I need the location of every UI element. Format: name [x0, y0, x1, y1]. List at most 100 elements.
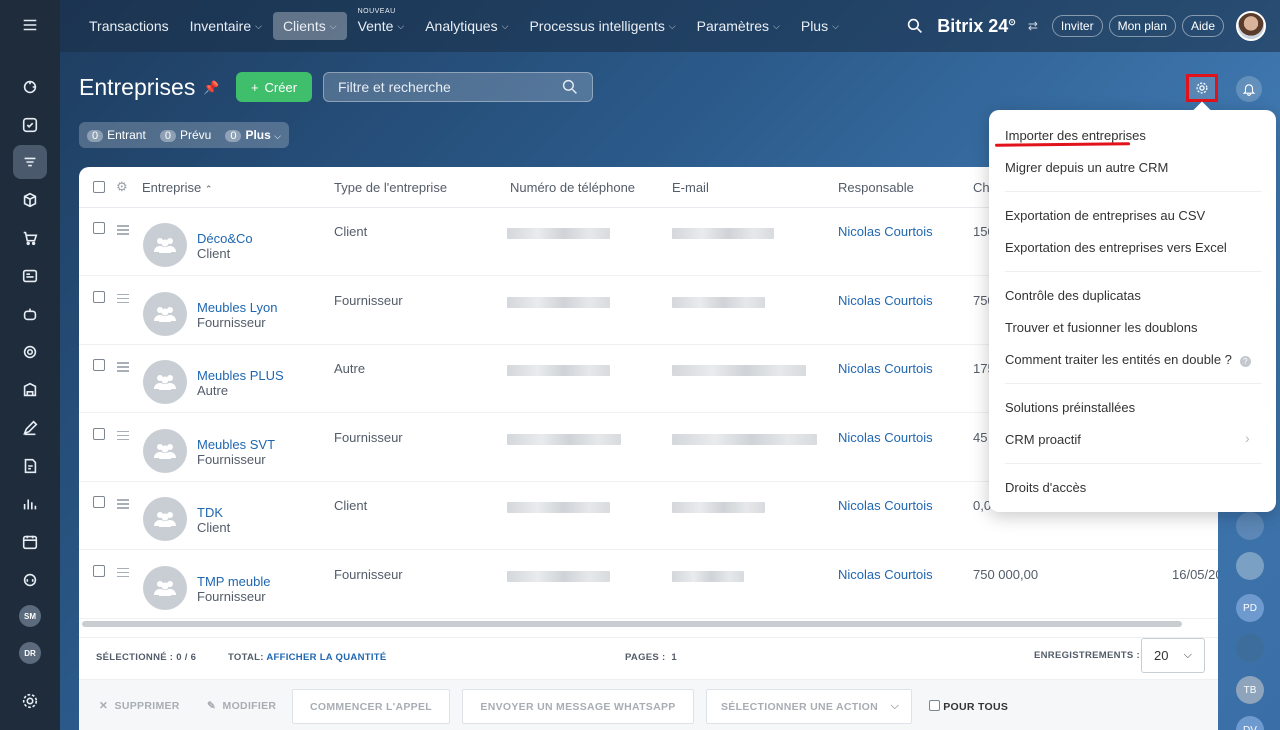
activity-stream-icon[interactable] — [13, 70, 47, 104]
menu-duplicates-control[interactable]: Contrôle des duplicatas — [1005, 288, 1141, 303]
inventory-icon[interactable] — [13, 183, 47, 217]
responsible-link[interactable]: Nicolas Courtois — [838, 498, 933, 513]
company-name-link[interactable]: Meubles Lyon — [197, 300, 277, 315]
column-settings-icon[interactable]: ⚙ — [116, 179, 128, 195]
menu-proactive-crm[interactable]: CRM proactif — [1005, 432, 1081, 447]
col-company[interactable]: Entreprise ⌃ — [142, 180, 212, 195]
page-number[interactable]: 1 — [671, 652, 677, 663]
drag-handle-icon[interactable] — [117, 567, 129, 580]
settings-gear-button[interactable] — [1186, 74, 1218, 102]
plan-button[interactable]: Mon plan — [1108, 15, 1176, 37]
help-icon[interactable]: ? — [1239, 356, 1251, 367]
right-avatar-tb[interactable]: TB — [1236, 676, 1264, 704]
search-input[interactable]: Filtre et recherche — [323, 72, 593, 102]
delete-button[interactable]: ✕ SUPPRIMER — [99, 700, 180, 712]
crm-icon[interactable] — [13, 145, 47, 179]
col-email[interactable]: E-mail — [672, 180, 709, 195]
drag-handle-icon[interactable] — [117, 499, 129, 511]
company-name-link[interactable]: Déco&Co — [197, 231, 253, 246]
invite-button[interactable]: Inviter — [1051, 15, 1103, 37]
whatsapp-button[interactable]: ENVOYER UN MESSAGE WHATSAPP — [462, 689, 694, 724]
row-checkbox[interactable] — [93, 564, 105, 577]
nav-transactions[interactable]: Transactions — [79, 12, 179, 40]
right-avatar-3[interactable] — [1236, 634, 1264, 662]
horizontal-scrollbar[interactable] — [82, 621, 1182, 627]
row-checkbox[interactable] — [93, 290, 105, 303]
for-all-checkbox[interactable]: POUR TOUS — [929, 700, 1008, 713]
drag-handle-icon[interactable] — [117, 225, 129, 237]
nav-plus[interactable]: Plus ⌵ — [791, 12, 849, 40]
show-total-link[interactable]: AFFICHER LA QUANTITÉ — [266, 652, 386, 663]
responsible-link[interactable]: Nicolas Courtois — [838, 224, 933, 239]
nav-analytiques[interactable]: Analytiques ⌵ — [415, 12, 518, 40]
company-name-link[interactable]: TDK — [197, 505, 223, 520]
sign-icon[interactable] — [13, 411, 47, 445]
menu-preinstalled[interactable]: Solutions préinstallées — [1005, 400, 1135, 415]
row-checkbox[interactable] — [93, 222, 105, 234]
edit-button[interactable]: ✎ MODIFIER — [207, 700, 276, 712]
drag-handle-icon[interactable] — [117, 293, 129, 306]
menu-import[interactable]: Importer des entreprises — [1005, 128, 1146, 143]
responsible-link[interactable]: Nicolas Courtois — [838, 361, 933, 376]
responsible-link[interactable]: Nicolas Courtois — [838, 293, 933, 308]
nav-clients[interactable]: Clients ⌵ — [272, 12, 347, 40]
support-icon[interactable] — [13, 563, 47, 597]
analytics-icon[interactable] — [13, 487, 47, 521]
calendar-icon[interactable] — [13, 525, 47, 559]
drag-handle-icon[interactable] — [117, 362, 129, 374]
menu-export-excel[interactable]: Exportation des entreprises vers Excel — [1005, 240, 1227, 255]
row-checkbox[interactable] — [93, 359, 105, 371]
user-avatar-dr[interactable]: DR — [13, 636, 47, 670]
start-call-button[interactable]: COMMENCER L'APPEL — [292, 689, 450, 724]
brand-logo[interactable]: Bitrix 24⊙ — [937, 16, 1016, 37]
counter-entrant[interactable]: 0 Entrant — [87, 128, 146, 142]
col-responsible[interactable]: Responsable — [838, 180, 914, 195]
bot-icon[interactable] — [13, 297, 47, 331]
menu-duplicates-help[interactable]: Comment traiter les entités en double ?? — [1005, 352, 1251, 367]
cart-icon[interactable] — [13, 221, 47, 255]
company-name-link[interactable]: TMP meuble — [197, 574, 270, 589]
settings-gear-icon[interactable] — [13, 684, 47, 718]
contact-center-icon[interactable] — [13, 259, 47, 293]
counter-prevu[interactable]: 0 Prévu — [159, 128, 211, 142]
menu-migrate[interactable]: Migrer depuis un autre CRM — [1005, 160, 1168, 175]
building-icon[interactable] — [13, 373, 47, 407]
sync-icon[interactable]: ⇄ — [1028, 19, 1038, 33]
col-revenue[interactable]: Ch — [973, 180, 990, 195]
nav-processus[interactable]: Processus intelligents ⌵ — [519, 12, 685, 40]
target-icon[interactable] — [13, 335, 47, 369]
document-edit-icon[interactable] — [13, 449, 47, 483]
search-icon[interactable] — [907, 18, 923, 34]
menu-access-rights[interactable]: Droits d'accès — [1005, 480, 1086, 495]
company-name-link[interactable]: Meubles SVT — [197, 437, 275, 452]
menu-icon[interactable] — [13, 8, 47, 42]
row-checkbox[interactable] — [93, 427, 105, 440]
notifications-button[interactable] — [1236, 76, 1262, 102]
tasks-icon[interactable] — [13, 108, 47, 142]
row-checkbox[interactable] — [93, 496, 105, 508]
col-type[interactable]: Type de l'entreprise — [334, 180, 447, 195]
right-avatar-dv[interactable]: DV — [1236, 716, 1264, 730]
nav-parametres[interactable]: Paramètres ⌵ — [687, 12, 790, 40]
help-button[interactable]: Aide — [1181, 15, 1224, 37]
menu-merge-duplicates[interactable]: Trouver et fusionner les doublons — [1005, 320, 1197, 335]
menu-export-csv[interactable]: Exportation de entreprises au CSV — [1005, 208, 1205, 223]
company-name-link[interactable]: Meubles PLUS — [197, 368, 284, 383]
create-button[interactable]: + Créer — [236, 72, 312, 102]
responsible-link[interactable]: Nicolas Courtois — [838, 430, 933, 445]
nav-inventaire[interactable]: Inventaire ⌵ — [180, 12, 272, 40]
responsible-link[interactable]: Nicolas Courtois — [838, 567, 933, 582]
user-avatar[interactable] — [1236, 11, 1266, 41]
col-phone[interactable]: Numéro de téléphone — [510, 180, 635, 195]
select-all-checkbox[interactable] — [93, 181, 105, 193]
right-avatar-pd[interactable]: PD — [1236, 594, 1264, 622]
right-avatar-2[interactable] — [1236, 552, 1264, 580]
counter-plus[interactable]: 0 Plus ⌵ — [225, 128, 281, 142]
table-row[interactable]: TMP meuble Fournisseur Fournisseur Nicol… — [79, 551, 1218, 619]
select-action-dropdown[interactable]: SÉLECTIONNER UNE ACTION ⌵ — [706, 689, 912, 724]
user-avatar-sm[interactable]: SM — [13, 599, 47, 633]
pin-icon[interactable]: 📌 — [203, 80, 219, 96]
records-per-page-select[interactable]: 20 ⌵ — [1141, 638, 1205, 673]
right-avatar-1[interactable] — [1236, 512, 1264, 540]
nav-vente[interactable]: NOUVEAU Vente ⌵ — [348, 8, 415, 40]
